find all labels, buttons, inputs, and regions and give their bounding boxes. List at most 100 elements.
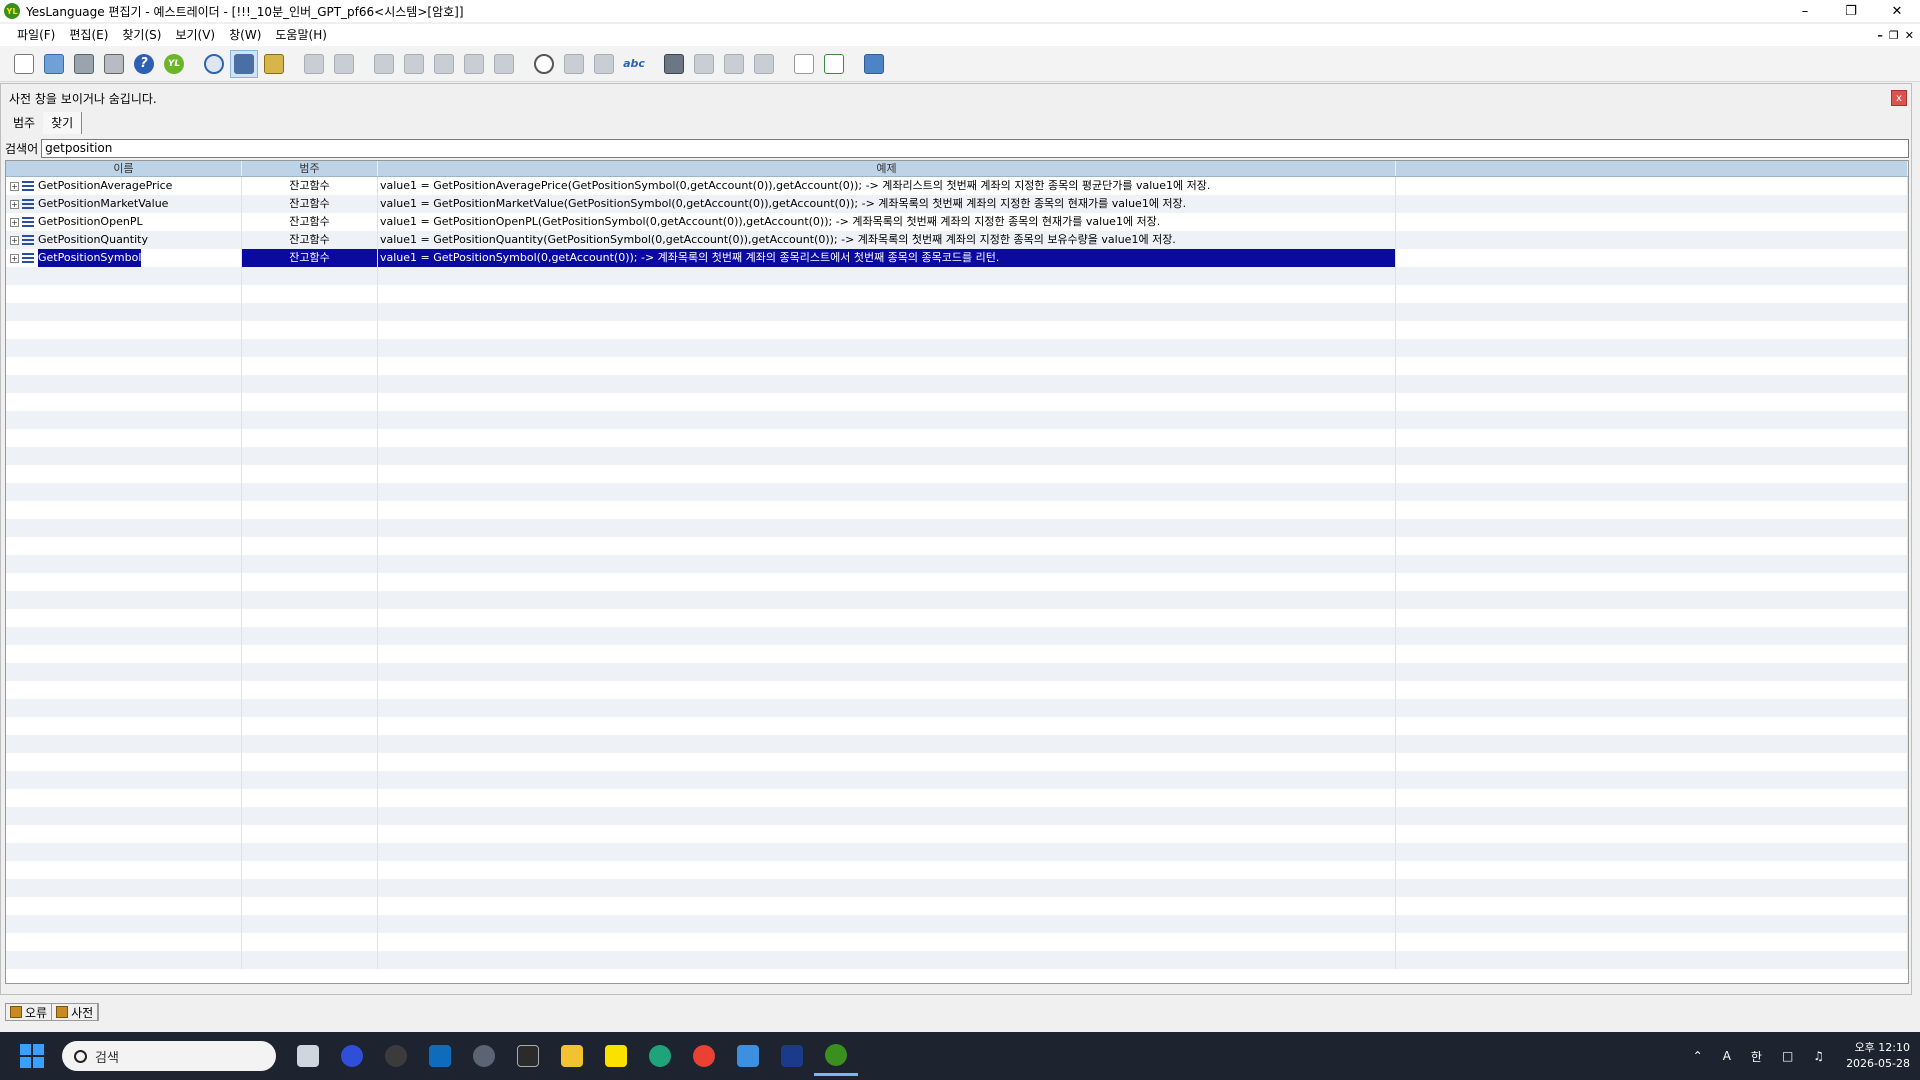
expand-icon[interactable]: + — [10, 235, 19, 245]
cell-name[interactable]: + GetPositionSymbol — [6, 249, 242, 267]
comment-button[interactable] — [790, 50, 818, 78]
dim-button-2[interactable] — [330, 50, 358, 78]
cell-example[interactable]: value1 = GetPositionQuantity(GetPosition… — [378, 231, 1396, 249]
layout-button-2[interactable] — [490, 50, 518, 78]
table-row[interactable]: + GetPositionOpenPL 잔고함수 value1 = GetPositi… — [6, 213, 1908, 231]
panel-close-button[interactable]: x — [1891, 90, 1907, 106]
dictionary-icon — [56, 1006, 69, 1018]
cell-name[interactable]: + GetPositionQuantity — [6, 231, 242, 249]
spell-button[interactable]: abc — [620, 50, 648, 78]
table-row[interactable]: + GetPositionQuantity 잔고함수 value1 = GetPosi… — [6, 231, 1908, 249]
table-row[interactable]: + GetPositionSymbol 잔고함수 value1 = GetPositi… — [6, 249, 1908, 267]
app-yestrader-button[interactable] — [770, 1036, 814, 1076]
menu-file[interactable]: 파일(F) — [10, 24, 62, 46]
mdi-restore-button[interactable]: ❐ — [1889, 29, 1899, 42]
cell-name[interactable]: + GetPositionOpenPL — [6, 213, 242, 231]
expand-icon[interactable]: + — [10, 181, 19, 191]
minimize-button[interactable]: – — [1782, 0, 1828, 22]
bookmark-button[interactable] — [660, 50, 688, 78]
cell-category[interactable]: 잔고함수 — [242, 177, 378, 195]
new-file-button[interactable] — [10, 50, 38, 78]
app-yeslanguage-button[interactable] — [814, 1036, 858, 1076]
help-button[interactable]: ? — [130, 50, 158, 78]
cell-category[interactable]: 잔고함수 — [242, 195, 378, 213]
cell-example[interactable]: value1 = GetPositionSymbol(0,getAccount(… — [378, 249, 1396, 267]
search-input[interactable] — [41, 138, 1909, 158]
yl-button[interactable]: YL — [160, 50, 188, 78]
tab-dictionary[interactable]: 사전 — [52, 1004, 99, 1020]
table-row[interactable]: + GetPositionMarketValue 잔고함수 value1 = GetP… — [6, 195, 1908, 213]
volume-icon[interactable]: ♫ — [1813, 1049, 1824, 1063]
mdi-close-button[interactable]: ✕ — [1905, 29, 1914, 42]
cell-example[interactable]: value1 = GetPositionAveragePrice(GetPosi… — [378, 177, 1396, 195]
task-view-button[interactable] — [286, 1036, 330, 1076]
find-next-button[interactable] — [560, 50, 588, 78]
replace-button[interactable] — [590, 50, 618, 78]
column-header-example[interactable]: 예제 — [378, 161, 1396, 176]
expand-icon[interactable]: + — [10, 217, 19, 227]
column-header-category[interactable]: 범주 — [242, 161, 378, 176]
compile-button[interactable] — [260, 50, 288, 78]
ime-mode-hangul[interactable]: 한 — [1751, 1048, 1762, 1065]
save-button[interactable] — [70, 50, 98, 78]
menu-view[interactable]: 보기(V) — [168, 24, 222, 46]
chart-apply-button[interactable] — [230, 49, 258, 78]
copy-button[interactable] — [400, 50, 428, 78]
cell-empty — [1396, 951, 1908, 969]
cell-category[interactable]: 잔고함수 — [242, 213, 378, 231]
layout-button-1[interactable] — [460, 50, 488, 78]
cell-name[interactable]: + GetPositionAveragePrice — [6, 177, 242, 195]
menu-find[interactable]: 찾기(S) — [115, 24, 168, 46]
table-row[interactable]: + GetPositionAveragePrice 잔고함수 value1 = Get… — [6, 177, 1908, 195]
ime-mode-a[interactable]: A — [1723, 1049, 1731, 1063]
bookmark-next-button[interactable] — [720, 50, 748, 78]
app-chrome-button[interactable] — [682, 1036, 726, 1076]
close-button[interactable]: ✕ — [1874, 0, 1920, 22]
app-notepad-button[interactable] — [726, 1036, 770, 1076]
paste-button[interactable] — [430, 50, 458, 78]
cell-category[interactable]: 잔고함수 — [242, 231, 378, 249]
menu-edit[interactable]: 편집(E) — [62, 24, 115, 46]
uncomment-button[interactable] — [820, 50, 848, 78]
app-photo-button[interactable] — [506, 1036, 550, 1076]
cell-example — [378, 753, 1396, 771]
cell-name[interactable]: + GetPositionMarketValue — [6, 195, 242, 213]
start-button[interactable] — [20, 1044, 44, 1068]
app-kakaotalk-button[interactable] — [594, 1036, 638, 1076]
cell-category — [242, 825, 378, 843]
menu-window[interactable]: 창(W) — [222, 24, 268, 46]
bookmark-clear-button[interactable] — [750, 50, 778, 78]
expand-icon[interactable]: + — [10, 199, 19, 209]
cell-example[interactable]: value1 = GetPositionMarketValue(GetPosit… — [378, 195, 1396, 213]
restore-button[interactable]: ❐ — [1828, 0, 1874, 22]
app-explorer-button[interactable] — [550, 1036, 594, 1076]
cell-category[interactable]: 잔고함수 — [242, 249, 378, 267]
search-label: 검색어 — [5, 141, 39, 156]
app-outlook-button[interactable] — [418, 1036, 462, 1076]
chevron-up-icon[interactable]: ⌃ — [1693, 1049, 1703, 1063]
app-edge-button[interactable] — [638, 1036, 682, 1076]
properties-button[interactable] — [860, 50, 888, 78]
network-icon[interactable]: □ — [1782, 1049, 1793, 1063]
mdi-minimize-button[interactable]: – — [1877, 29, 1883, 42]
menu-help[interactable]: 도움말(H) — [268, 24, 334, 46]
print-button[interactable] — [100, 50, 128, 78]
cut-button[interactable] — [370, 50, 398, 78]
app-capture-button[interactable] — [374, 1036, 418, 1076]
tab-category[interactable]: 범주 — [5, 112, 43, 134]
app-search-button[interactable] — [330, 1036, 374, 1076]
tab-find[interactable]: 찾기 — [43, 112, 83, 134]
open-file-button[interactable] — [40, 50, 68, 78]
tab-errors[interactable]: 오류 — [6, 1004, 53, 1020]
system-tray: ⌃ A 한 □ ♫ 오후 12:10 2026-05-28 — [1683, 1032, 1910, 1080]
find-button[interactable] — [530, 50, 558, 78]
expand-icon[interactable]: + — [10, 253, 19, 263]
cell-example[interactable]: value1 = GetPositionOpenPL(GetPositionSy… — [378, 213, 1396, 231]
column-header-name[interactable]: 이름 — [6, 161, 242, 176]
clock[interactable]: 오후 12:10 2026-05-28 — [1846, 1040, 1910, 1072]
app-settings-button[interactable] — [462, 1036, 506, 1076]
refresh-button[interactable] — [200, 50, 228, 78]
bookmark-prev-button[interactable] — [690, 50, 718, 78]
taskbar-search[interactable]: 검색 — [62, 1041, 276, 1071]
dim-button-1[interactable] — [300, 50, 328, 78]
